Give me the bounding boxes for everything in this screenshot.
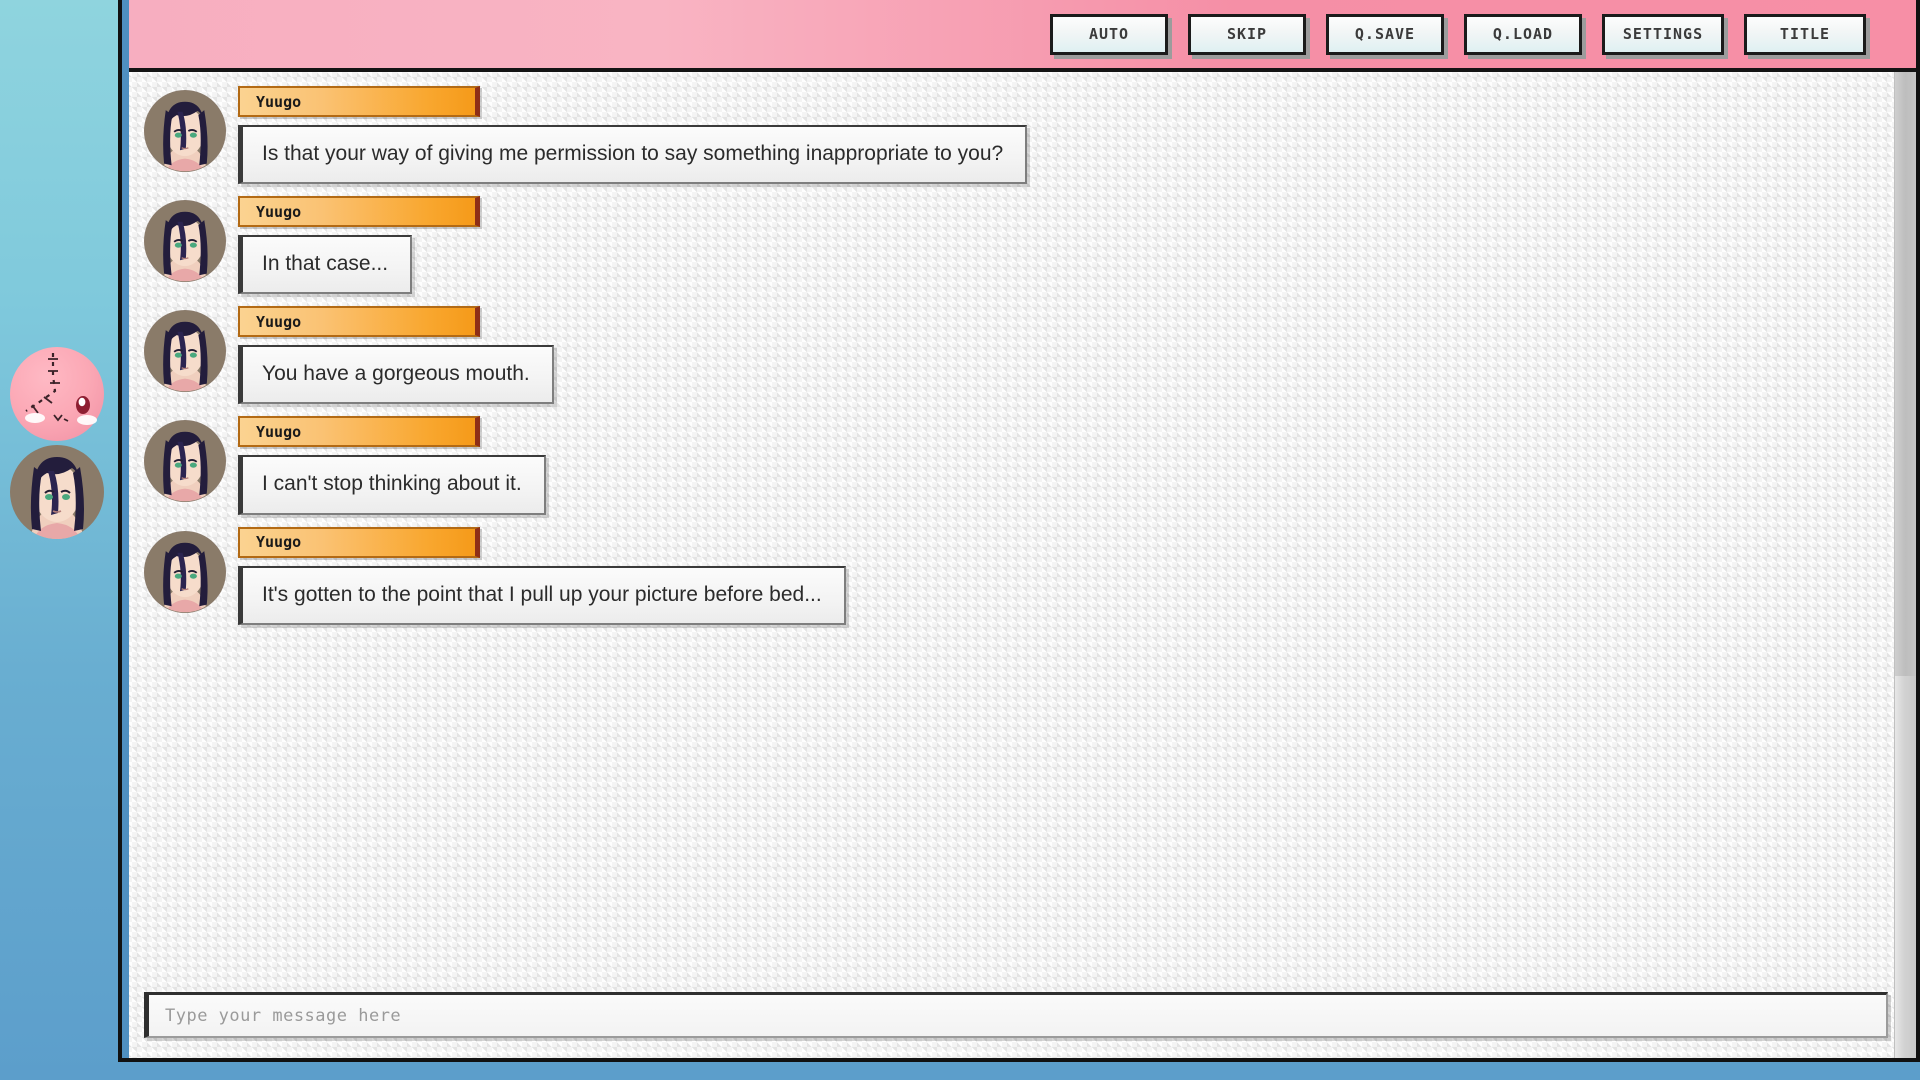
auto-button[interactable]: AUTO xyxy=(1050,13,1168,55)
title-button[interactable]: TITLE xyxy=(1744,13,1866,55)
avatar xyxy=(144,90,226,172)
message-input[interactable]: Type your message here xyxy=(144,992,1888,1038)
chat-window: AUTO SKIP Q.SAVE Q.LOAD SETTINGS TITLE Y… xyxy=(118,0,1920,1062)
scrollbar-thumb[interactable] xyxy=(1895,72,1916,676)
bubble-group: Yuugo In that case... xyxy=(238,196,480,295)
settings-button[interactable]: SETTINGS xyxy=(1602,13,1724,55)
quick-save-button[interactable]: Q.SAVE xyxy=(1326,13,1444,55)
avatar xyxy=(144,310,226,393)
bubble-group: Yuugo You have a gorgeous mouth. xyxy=(238,306,554,405)
sidebar-character-pink-blob-mascot[interactable] xyxy=(8,345,106,443)
bubble-group: Yuugo It's gotten to the point that I pu… xyxy=(238,526,846,625)
avatar xyxy=(144,530,226,613)
chat-area: Yuugo Is that your way of giving me perm… xyxy=(122,72,1916,1058)
yuugo-portrait-icon xyxy=(10,445,104,539)
avatar xyxy=(144,200,226,283)
message-input-row: Type your message here xyxy=(122,972,1916,1058)
speaker-nameplate: Yuugo xyxy=(238,416,480,448)
app-root: AUTO SKIP Q.SAVE Q.LOAD SETTINGS TITLE Y… xyxy=(0,0,1920,1080)
speaker-nameplate: Yuugo xyxy=(238,526,480,558)
speaker-nameplate: Yuugo xyxy=(238,196,480,228)
sidebar-character-stack xyxy=(0,0,118,1080)
yuugo-avatar-icon xyxy=(144,421,226,502)
vertical-scrollbar[interactable] xyxy=(1894,72,1916,1058)
speaker-nameplate: Yuugo xyxy=(238,86,480,117)
yuugo-avatar-icon xyxy=(144,531,226,612)
top-toolbar: AUTO SKIP Q.SAVE Q.LOAD SETTINGS TITLE xyxy=(122,0,1916,72)
pink-blob-icon xyxy=(10,347,104,441)
yuugo-avatar-icon xyxy=(144,90,226,172)
message-row: Yuugo I can't stop thinking about it. xyxy=(144,416,1916,515)
message-row: Yuugo In that case... xyxy=(144,196,1916,295)
quick-load-button[interactable]: Q.LOAD xyxy=(1464,13,1582,55)
bubble-group: Yuugo I can't stop thinking about it. xyxy=(238,416,546,515)
message-input-placeholder: Type your message here xyxy=(165,1005,402,1026)
yuugo-avatar-icon xyxy=(144,200,226,282)
message-bubble[interactable]: Is that your way of giving me permission… xyxy=(238,125,1028,185)
message-bubble[interactable]: It's gotten to the point that I pull up … xyxy=(238,565,846,625)
skip-button[interactable]: SKIP xyxy=(1188,13,1306,55)
message-list: Yuugo Is that your way of giving me perm… xyxy=(122,72,1916,972)
yuugo-avatar-icon xyxy=(144,311,226,392)
message-bubble[interactable]: You have a gorgeous mouth. xyxy=(238,345,554,405)
message-bubble[interactable]: In that case... xyxy=(238,235,413,295)
bubble-group: Yuugo Is that your way of giving me perm… xyxy=(238,86,1028,185)
message-bubble[interactable]: I can't stop thinking about it. xyxy=(238,455,546,515)
sidebar-character-yuugo-portrait[interactable] xyxy=(8,443,106,541)
message-row: Yuugo It's gotten to the point that I pu… xyxy=(144,526,1916,625)
message-row: Yuugo You have a gorgeous mouth. xyxy=(144,306,1916,405)
avatar xyxy=(144,420,226,503)
speaker-nameplate: Yuugo xyxy=(238,306,480,338)
message-row: Yuugo Is that your way of giving me perm… xyxy=(144,86,1916,185)
